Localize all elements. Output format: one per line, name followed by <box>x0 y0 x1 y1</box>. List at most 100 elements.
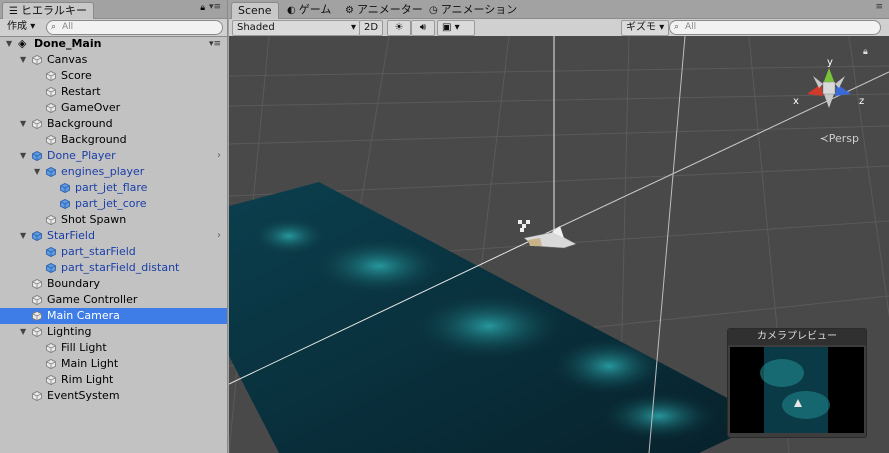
gameobject-cube-icon <box>46 103 56 113</box>
hierarchy-item[interactable]: Score <box>0 68 227 84</box>
hierarchy-panel: ☰ ヒエラルキー 🔒︎ ▾≡ 作成 ▾ ⌕ All ▼ ◈ Done_Main ▾… <box>0 0 228 453</box>
audio-toggle-button[interactable]: 🔊︎ <box>411 20 435 36</box>
gameobject-cube-icon <box>32 311 42 321</box>
scene-search-input[interactable]: ⌕ All <box>669 20 881 35</box>
tab-animation[interactable]: ◷ アニメーション <box>423 2 523 18</box>
scene-viewport[interactable]: y x z 🔒︎ ≺Persp カメラプレビュー <box>229 36 889 453</box>
lock-icon[interactable]: 🔒︎ <box>200 3 205 13</box>
2d-toggle-button[interactable]: 2D <box>359 20 384 36</box>
tab-label: アニメーション <box>440 3 518 16</box>
scene-name: Done_Main <box>34 37 102 50</box>
hierarchy-item-label: part_starField <box>61 245 136 258</box>
panel-menu-icon[interactable]: ▾≡ <box>209 2 221 12</box>
hierarchy-tree: ▼ ◈ Done_Main ▾≡ ▼ Canvas Score Restart Game… <box>0 36 227 404</box>
image-icon: ▣ <box>442 22 452 33</box>
hierarchy-item-label: part_jet_flare <box>75 181 148 194</box>
scene-tab-bar: Scene ◐ ゲーム ⚙ アニメーター ◷ アニメーション ≡ <box>229 0 889 19</box>
lighting-toggle-button[interactable]: ☀ <box>387 20 411 36</box>
expand-arrow-icon[interactable]: ▼ <box>20 148 26 164</box>
hierarchy-item[interactable]: Background <box>0 132 227 148</box>
camera-preview-screen <box>730 347 864 433</box>
gizmo-center-cube[interactable] <box>822 81 836 95</box>
tab-hierarchy[interactable]: ☰ ヒエラルキー <box>2 2 94 19</box>
tab-label: ゲーム <box>298 3 332 16</box>
hierarchy-item-label: Canvas <box>47 53 88 66</box>
gameobject-cube-icon <box>32 119 42 129</box>
hierarchy-item-label: part_starField_distant <box>61 261 180 274</box>
gizmo-y-label: y <box>827 57 833 68</box>
create-label: 作成 <box>7 21 27 32</box>
dropdown-arrow-icon: ▾ <box>350 22 356 33</box>
gameobject-cube-icon <box>46 135 56 145</box>
gameobject-cube-icon <box>46 215 56 225</box>
hierarchy-item[interactable]: part_jet_core <box>0 196 227 212</box>
hierarchy-tab-bar: ☰ ヒエラルキー 🔒︎ ▾≡ <box>0 0 227 19</box>
animator-icon: ⚙ <box>345 5 354 16</box>
scene-toolbar: Shaded ▾ 2D ☀ 🔊︎ ▣ ▾ ギズモ ▾ ⌕ All <box>229 19 889 37</box>
hierarchy-item[interactable]: EventSystem <box>0 388 227 404</box>
hierarchy-item[interactable]: Rim Light <box>0 372 227 388</box>
hierarchy-item[interactable]: ▼ engines_player <box>0 164 227 180</box>
hierarchy-item[interactable]: ▼ Background <box>0 116 227 132</box>
hierarchy-item[interactable]: Shot Spawn <box>0 212 227 228</box>
expand-arrow-icon[interactable]: ▼ <box>20 116 26 132</box>
hierarchy-item-label: Main Camera <box>47 309 120 322</box>
hierarchy-item[interactable]: Game Controller <box>0 292 227 308</box>
expand-arrow-icon[interactable]: ▼ <box>20 324 26 340</box>
gameobject-cube-icon <box>32 55 42 65</box>
hierarchy-item[interactable]: part_starField <box>0 244 227 260</box>
hierarchy-search-input[interactable]: ⌕ All <box>46 20 223 35</box>
panel-menu-icon[interactable]: ≡ <box>875 2 883 12</box>
tab-animator[interactable]: ⚙ アニメーター <box>339 2 429 18</box>
hierarchy-item-label: Background <box>47 117 113 130</box>
tab-game[interactable]: ◐ ゲーム <box>281 2 337 18</box>
expand-arrow-icon[interactable]: ▼ <box>20 228 26 244</box>
projection-toggle[interactable]: ≺Persp <box>820 132 859 145</box>
hierarchy-item-label: Restart <box>61 85 101 98</box>
hierarchy-item[interactable]: Main Light <box>0 356 227 372</box>
hierarchy-item-label: StarField <box>47 229 95 242</box>
camera-preview: カメラプレビュー <box>727 328 867 438</box>
scene-menu-icon[interactable]: ▾≡ <box>209 36 221 52</box>
shading-mode-label: Shaded <box>237 22 275 33</box>
hierarchy-item[interactable]: ▼ Done_Player › <box>0 148 227 164</box>
2d-label: 2D <box>364 22 379 33</box>
gizmos-dropdown[interactable]: ギズモ ▾ <box>621 20 670 36</box>
dropdown-arrow-icon: ▾ <box>30 21 36 32</box>
unity-scene-icon: ◈ <box>18 37 27 50</box>
search-placeholder: All <box>62 22 74 32</box>
hierarchy-item-label: Boundary <box>47 277 100 290</box>
expand-arrow-icon[interactable]: ▼ <box>20 52 26 68</box>
hierarchy-item-label: Lighting <box>47 325 92 338</box>
tab-scene[interactable]: Scene <box>231 2 279 19</box>
hierarchy-item[interactable]: ▼ StarField › <box>0 228 227 244</box>
hierarchy-item[interactable]: Boundary <box>0 276 227 292</box>
chevron-right-icon[interactable]: › <box>217 148 221 164</box>
create-dropdown[interactable]: 作成 ▾ <box>3 20 39 34</box>
prefab-cube-icon <box>46 167 56 177</box>
chevron-right-icon[interactable]: › <box>217 228 221 244</box>
hierarchy-item[interactable]: Main Camera <box>0 308 227 324</box>
hierarchy-item[interactable]: GameOver <box>0 100 227 116</box>
animation-icon: ◷ <box>429 5 438 16</box>
hierarchy-item[interactable]: ▼ Canvas <box>0 52 227 68</box>
hierarchy-item[interactable]: part_starField_distant <box>0 260 227 276</box>
gameobject-cube-icon <box>32 391 42 401</box>
hierarchy-item[interactable]: Restart <box>0 84 227 100</box>
scene-root-row[interactable]: ▼ ◈ Done_Main ▾≡ <box>0 36 227 52</box>
hierarchy-item[interactable]: Fill Light <box>0 340 227 356</box>
prefab-cube-icon <box>46 247 56 257</box>
gizmo-lock-icon[interactable]: 🔒︎ <box>863 47 868 57</box>
hierarchy-item[interactable]: ▼ Lighting <box>0 324 227 340</box>
search-placeholder: All <box>685 22 697 32</box>
hierarchy-item-label: Background <box>61 133 127 146</box>
projection-label: Persp <box>828 132 859 145</box>
list-icon: ☰ <box>9 6 18 17</box>
dropdown-arrow-icon: ▾ <box>659 22 665 33</box>
shading-mode-dropdown[interactable]: Shaded ▾ <box>232 20 360 36</box>
expand-arrow-icon[interactable]: ▼ <box>6 36 12 52</box>
effects-dropdown[interactable]: ▣ ▾ <box>437 20 475 36</box>
expand-arrow-icon[interactable]: ▼ <box>34 164 40 180</box>
hierarchy-item[interactable]: part_jet_flare <box>0 180 227 196</box>
prefab-cube-icon <box>60 199 70 209</box>
